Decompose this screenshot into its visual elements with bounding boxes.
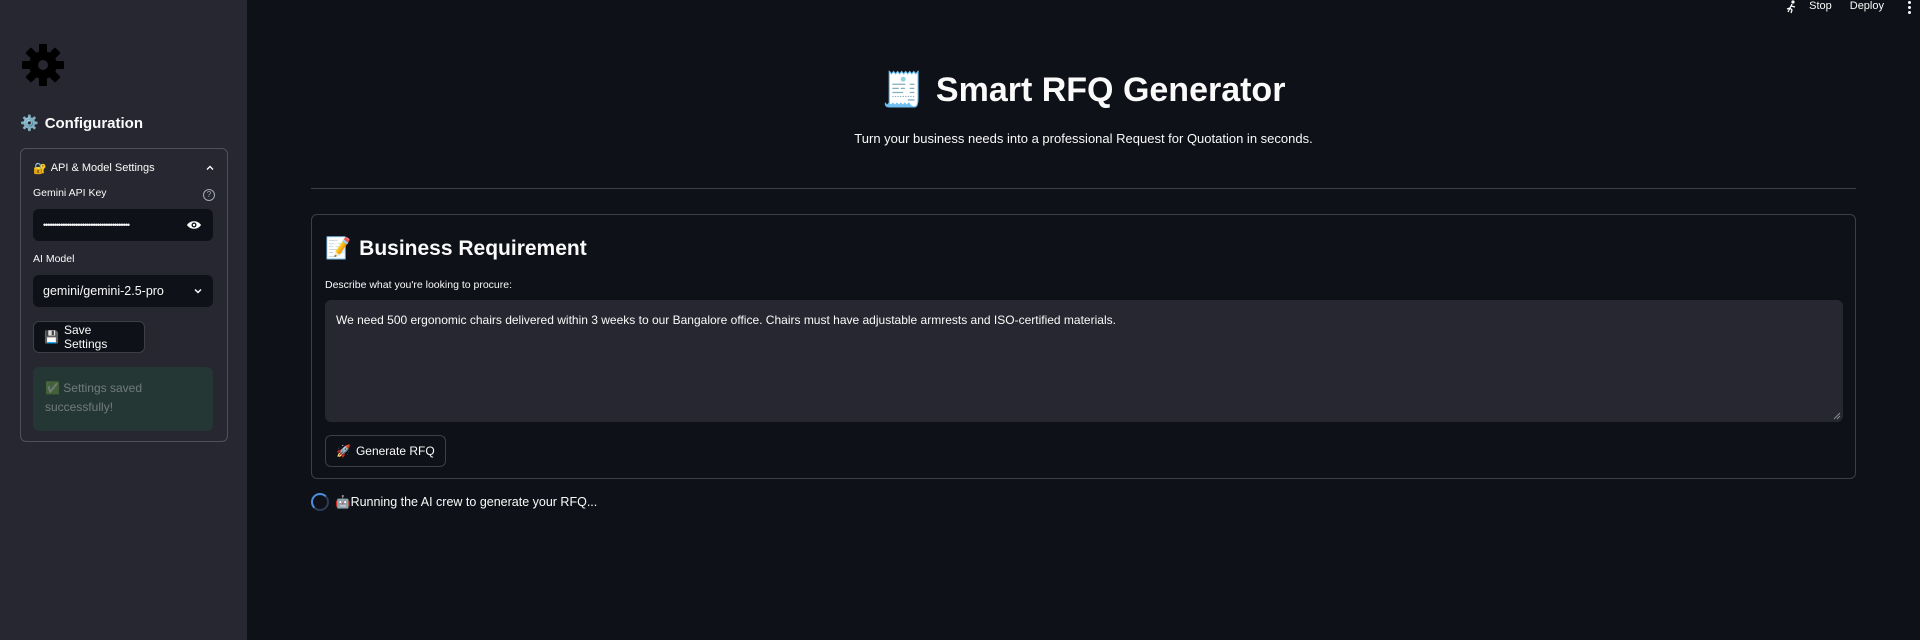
section-heading-text: Business Requirement — [359, 237, 587, 260]
top-toolbar: Stop Deploy — [1785, 0, 1920, 14]
chevron-down-icon — [194, 288, 202, 294]
success-alert: ✅ Settings saved successfully! — [33, 367, 213, 431]
running-man-icon — [1786, 0, 1796, 14]
floppy-disk-icon: 💾 — [44, 330, 59, 344]
status-text: Running the AI crew to generate your RFQ… — [350, 495, 598, 509]
resize-handle-icon[interactable] — [1833, 412, 1841, 420]
page-subtitle: Turn your business needs into a professi… — [854, 131, 1313, 146]
rocket-icon: 🚀 — [336, 444, 351, 458]
help-icon[interactable]: ? — [203, 189, 215, 201]
save-settings-button[interactable]: 💾 Save Settings — [33, 321, 145, 353]
loading-status: 🤖 Running the AI crew to generate your R… — [311, 492, 597, 512]
requirement-textarea[interactable]: We need 500 ergonomic chairs delivered w… — [325, 300, 1843, 422]
generate-rfq-button[interactable]: 🚀 Generate RFQ — [325, 435, 446, 467]
model-select-value: gemini/gemini-2.5-pro — [43, 284, 164, 298]
settings-expander: 🔐 API & Model Settings Gemini API Key ? … — [20, 148, 228, 442]
receipt-icon: 🧾 — [881, 71, 924, 109]
model-select[interactable]: gemini/gemini-2.5-pro — [33, 275, 213, 307]
stop-button[interactable]: Stop — [1809, 0, 1832, 12]
api-key-input[interactable]: •••••••••••••••••••••••••••••••••••••••• — [33, 209, 213, 241]
more-vertical-icon[interactable] — [1902, 0, 1916, 14]
success-message: Settings saved successfully! — [45, 381, 143, 414]
deploy-button[interactable]: Deploy — [1850, 0, 1884, 12]
textarea-label: Describe what you're looking to procure: — [325, 279, 513, 291]
chevron-up-icon[interactable] — [205, 163, 215, 173]
memo-icon: 📝 — [325, 237, 352, 260]
requirement-form: 📝 Business Requirement Describe what you… — [311, 214, 1856, 479]
expander-title: API & Model Settings — [50, 162, 155, 174]
requirement-text: We need 500 ergonomic chairs delivered w… — [336, 313, 1116, 327]
page-title: 🧾 Smart RFQ Generator — [0, 70, 1920, 110]
divider — [311, 188, 1856, 189]
page-title-text: Smart RFQ Generator — [935, 70, 1286, 109]
model-label: AI Model — [33, 253, 75, 265]
sidebar-heading: ⚙️ Configuration — [20, 114, 144, 133]
robot-icon: 🤖 — [335, 494, 351, 509]
api-key-value: •••••••••••••••••••••••••••••••••••••••• — [43, 220, 130, 230]
section-heading: 📝 Business Requirement — [325, 237, 587, 261]
lock-key-icon: 🔐 — [33, 162, 47, 175]
eye-icon[interactable] — [185, 218, 203, 232]
spinner-icon — [311, 493, 329, 511]
generate-rfq-label: Generate RFQ — [355, 444, 435, 458]
save-settings-label: Save Settings — [63, 323, 108, 351]
api-key-label: Gemini API Key — [33, 187, 107, 199]
gear-icon: ⚙️ — [20, 115, 39, 132]
expander-header[interactable]: 🔐 API & Model Settings — [33, 159, 215, 177]
check-mark-icon: ✅ — [45, 381, 60, 395]
sidebar-heading-text: Configuration — [44, 114, 144, 132]
